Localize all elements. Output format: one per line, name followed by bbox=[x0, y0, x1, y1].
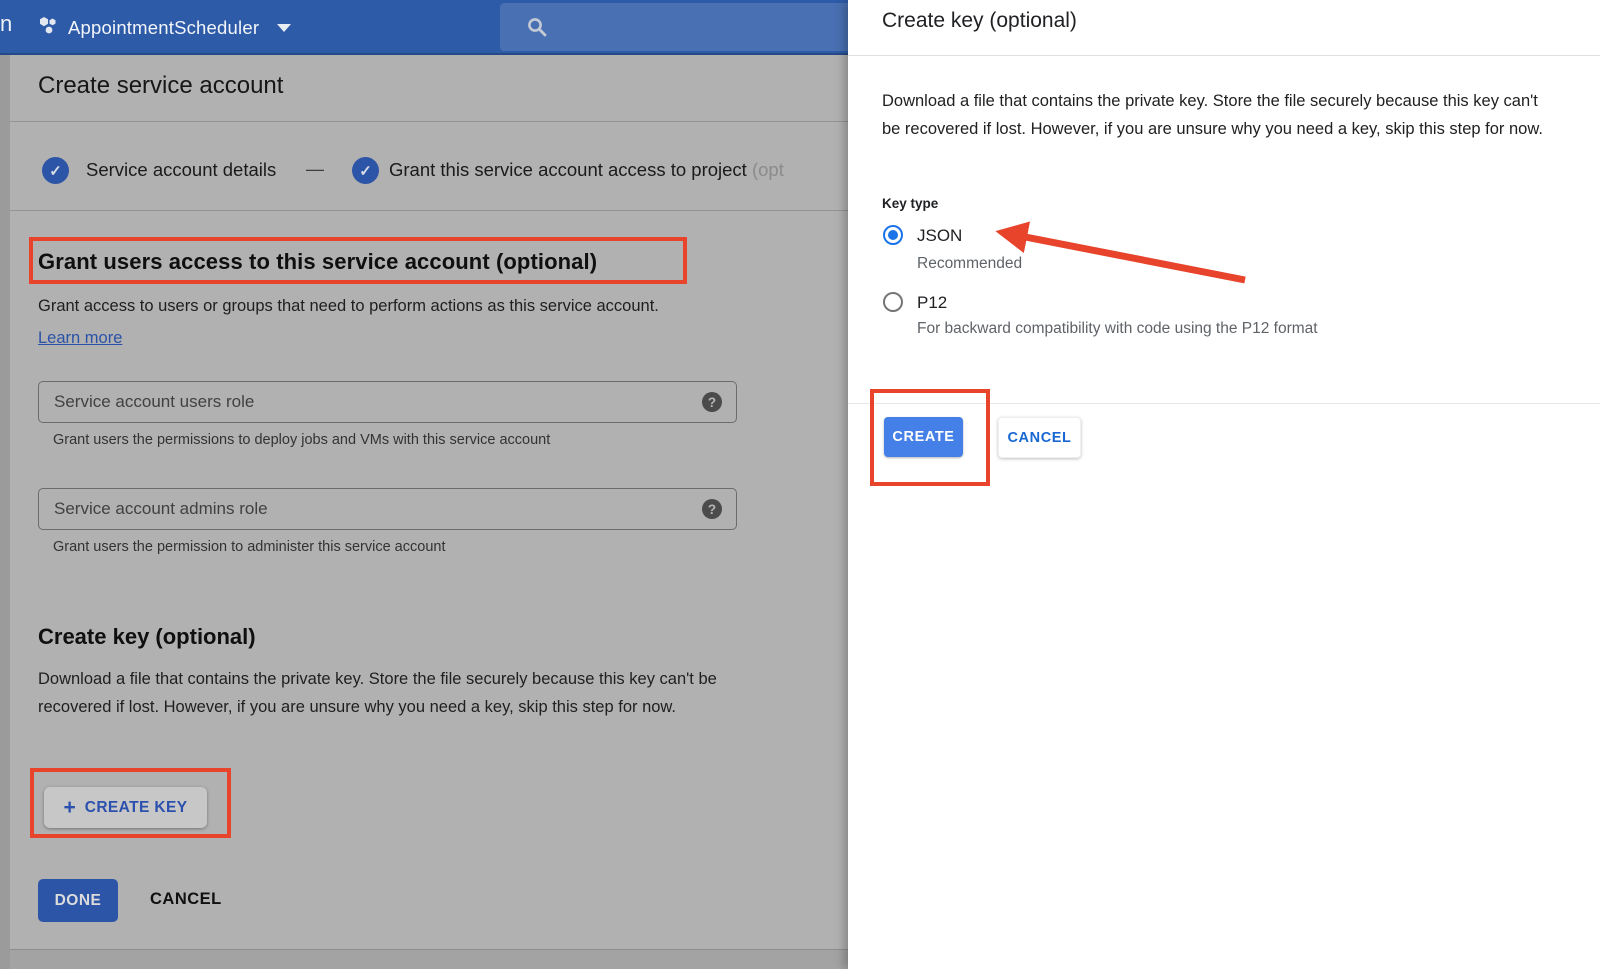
panel-description: Download a file that contains the privat… bbox=[882, 88, 1550, 143]
p12-radio[interactable] bbox=[883, 292, 903, 312]
panel-divider bbox=[848, 403, 1600, 404]
panel-divider bbox=[848, 55, 1600, 56]
plus-icon: + bbox=[63, 797, 75, 818]
json-option-sublabel: Recommended bbox=[917, 255, 1022, 273]
step1-check-icon: ✓ bbox=[42, 157, 69, 184]
help-icon[interactable]: ? bbox=[702, 499, 722, 519]
help-icon[interactable]: ? bbox=[702, 392, 722, 412]
left-gutter bbox=[0, 55, 10, 969]
radio-dot bbox=[888, 230, 898, 240]
json-option-label[interactable]: JSON bbox=[917, 226, 962, 246]
background-app: n AppointmentScheduler bbox=[0, 0, 848, 969]
learn-more-link[interactable]: Learn more bbox=[38, 329, 122, 348]
top-app-bar: n AppointmentScheduler bbox=[0, 0, 848, 55]
p12-option-sublabel: For backward compatibility with code usi… bbox=[917, 320, 1318, 338]
service-account-admins-role-field[interactable]: Service account admins role ? bbox=[38, 488, 737, 530]
partial-text: n bbox=[0, 11, 12, 37]
field-label: Service account users role bbox=[54, 392, 254, 412]
project-name: AppointmentScheduler bbox=[68, 17, 259, 39]
chevron-down-icon bbox=[277, 24, 291, 32]
screen: n AppointmentScheduler bbox=[0, 0, 1600, 969]
project-switcher[interactable]: AppointmentScheduler bbox=[36, 14, 291, 41]
field-label: Service account admins role bbox=[54, 499, 268, 519]
step2-label[interactable]: Grant this service account access to pro… bbox=[389, 159, 784, 181]
done-button[interactable]: DONE bbox=[38, 879, 118, 922]
create-key-description: Download a file that contains the privat… bbox=[38, 666, 718, 721]
header-divider bbox=[10, 121, 848, 122]
create-key-button[interactable]: + CREATE KEY bbox=[44, 787, 207, 828]
p12-option-label[interactable]: P12 bbox=[917, 293, 947, 313]
search-icon bbox=[526, 16, 549, 44]
cancel-button-left[interactable]: CANCEL bbox=[150, 890, 222, 909]
service-account-users-role-field[interactable]: Service account users role ? bbox=[38, 381, 737, 423]
stepper-separator: — bbox=[306, 159, 324, 180]
create-key-panel: Create key (optional) Download a file th… bbox=[848, 0, 1600, 969]
grant-section-heading: Grant users access to this service accou… bbox=[38, 249, 597, 275]
step1-label[interactable]: Service account details bbox=[86, 159, 276, 181]
stepper-divider bbox=[10, 210, 848, 211]
field-helper-text: Grant users the permissions to deploy jo… bbox=[53, 432, 550, 448]
field-helper-text: Grant users the permission to administer… bbox=[53, 539, 445, 555]
step2-label-suffix: (opt bbox=[752, 159, 784, 180]
create-key-heading: Create key (optional) bbox=[38, 624, 256, 650]
json-radio[interactable] bbox=[883, 225, 903, 245]
grant-section-description: Grant access to users or groups that nee… bbox=[38, 297, 659, 316]
key-type-label: Key type bbox=[882, 196, 938, 211]
search-input[interactable] bbox=[500, 3, 848, 51]
panel-title: Create key (optional) bbox=[882, 9, 1077, 33]
page-title: Create service account bbox=[38, 72, 283, 100]
cancel-button[interactable]: CANCEL bbox=[998, 417, 1081, 458]
step2-check-icon: ✓ bbox=[352, 157, 379, 184]
create-key-button-label: CREATE KEY bbox=[85, 799, 188, 817]
create-button[interactable]: CREATE bbox=[884, 417, 963, 457]
project-icon bbox=[36, 14, 58, 41]
